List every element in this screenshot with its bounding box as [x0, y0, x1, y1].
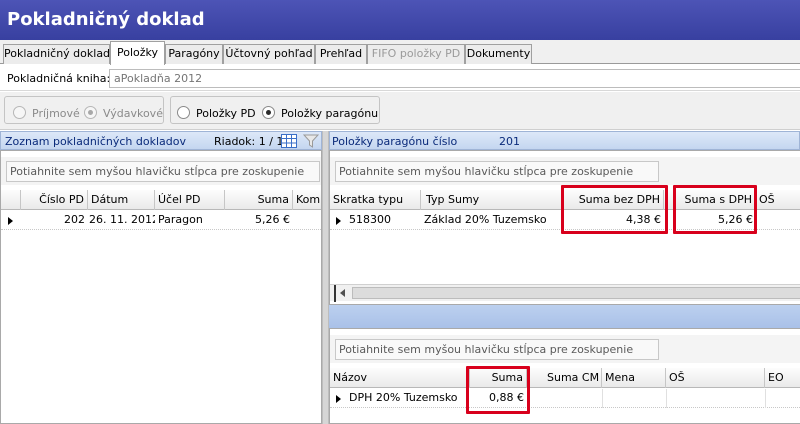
- cell-suma-cm: [527, 389, 602, 408]
- scroll-thumb[interactable]: [352, 287, 800, 299]
- left-panel-header: Zoznam pokladničných dokladov Riadok: 1 …: [0, 131, 322, 150]
- radio-vydavkove-label: Výdavkové: [103, 107, 163, 120]
- vertical-splitter[interactable]: [322, 131, 329, 424]
- kniha-input[interactable]: [109, 69, 800, 88]
- tab-prehlad[interactable]: Prehľad: [315, 44, 367, 64]
- tab-polozky[interactable]: Položky: [110, 41, 165, 65]
- paragon-number: 201: [499, 135, 520, 148]
- right-top-grouping-area[interactable]: Potiahnite sem myšou hlavičku stĺpca pre…: [330, 157, 800, 185]
- kniha-row: Pokladničná kniha:: [0, 65, 800, 91]
- right-bottom-panel: Potiahnite sem myšou hlavičku stĺpca pre…: [329, 328, 800, 424]
- right-top-panel: Potiahnite sem myšou hlavičku stĺpca pre…: [329, 150, 800, 305]
- row-indicator-icon: [8, 217, 13, 225]
- tab-dokumenty[interactable]: Dokumenty: [465, 44, 532, 64]
- direction-group: Príjmové Výdavkové: [4, 96, 164, 124]
- right-panel-title: Položky paragónu číslo: [332, 135, 458, 148]
- tab-paragony[interactable]: Paragóny: [165, 44, 223, 64]
- row-indicator-icon: [336, 395, 341, 403]
- left-grouping-hint: Potiahnite sem myšou hlavičku stĺpca pre…: [6, 161, 320, 182]
- radio-polozky-pd-label: Položky PD: [196, 107, 256, 120]
- scroll-edge-marker: [334, 285, 336, 302]
- cell-os: [666, 389, 765, 408]
- right-top-grouping-hint: Potiahnite sem myšou hlavičku stĺpca pre…: [335, 161, 659, 182]
- left-grouping-area[interactable]: Potiahnite sem myšou hlavičku stĺpca pre…: [1, 157, 321, 185]
- kniha-label: Pokladničná kniha:: [7, 72, 111, 85]
- left-column-header: Číslo PD Dátum Účel PD Suma Komu: [1, 190, 321, 210]
- rb-col-eo[interactable]: EO: [765, 368, 800, 388]
- left-col-datum[interactable]: Dátum: [88, 190, 155, 210]
- filter-icon[interactable]: [303, 133, 319, 149]
- radio-polozky-pd[interactable]: [177, 106, 190, 119]
- rt-col-os[interactable]: OŠ: [756, 190, 800, 210]
- rt-col-typ-sumy[interactable]: Typ Sumy: [421, 190, 564, 210]
- scroll-left-arrow-icon[interactable]: [340, 289, 345, 297]
- grid-columns-icon[interactable]: [281, 134, 297, 148]
- table-row[interactable]: 518300 Základ 20% Tuzemsko 4,38 € 5,26 €: [330, 211, 800, 230]
- cell-suma-bez-dph: 4,38 €: [626, 213, 661, 226]
- rt-col-suma-bez-dph[interactable]: Suma bez DPH: [564, 190, 664, 210]
- horizontal-splitter[interactable]: [329, 305, 800, 328]
- row-indicator-icon: [336, 217, 341, 225]
- rt-col-skratka[interactable]: Skratka typu: [330, 190, 421, 210]
- right-bottom-column-header: Názov Suma Suma CM Mena OŠ EO: [330, 368, 800, 388]
- right-bottom-grouping-area[interactable]: Potiahnite sem myšou hlavičku stĺpca pre…: [330, 335, 800, 363]
- tab-bar: Pokladničný doklad Položky Paragóny Účto…: [0, 40, 800, 65]
- radio-vydavkove[interactable]: [84, 106, 97, 119]
- rt-col-suma-s-dph[interactable]: Suma s DPH: [664, 190, 756, 210]
- right-bottom-grouping-hint: Potiahnite sem myšou hlavičku stĺpca pre…: [335, 339, 659, 360]
- radio-polozky-paragonu-label: Položky paragónu: [281, 107, 379, 120]
- rb-col-mena[interactable]: Mena: [602, 368, 666, 388]
- filter-row: Príjmové Výdavkové Položky PD Položky pa…: [0, 92, 800, 130]
- cell-os: [756, 211, 800, 230]
- left-col-suma[interactable]: Suma: [225, 190, 293, 210]
- right-top-column-header: Skratka typu Typ Sumy Suma bez DPH Suma …: [330, 190, 800, 210]
- cell-suma-s-dph: 5,26 €: [718, 213, 753, 226]
- table-row[interactable]: 202 26. 11. 2012 Paragon 5,26 €: [1, 211, 321, 230]
- view-group: Položky PD Položky paragónu: [170, 96, 380, 124]
- cell-suma: 0,88 €: [489, 391, 524, 404]
- cell-cislo-pd: 202: [64, 213, 85, 226]
- table-row[interactable]: DPH 20% Tuzemsko 0,88 €: [330, 389, 800, 408]
- horizontal-scrollbar[interactable]: [330, 284, 800, 302]
- left-col-cislo-pd[interactable]: Číslo PD: [21, 190, 88, 210]
- right-panel-header: Položky paragónu číslo 201: [329, 131, 800, 150]
- cell-nazov: DPH 20% Tuzemsko: [349, 391, 458, 404]
- tab-fifo-polozky[interactable]: FIFO položky PD: [367, 44, 465, 64]
- cell-suma: 5,26 €: [255, 213, 290, 226]
- radio-prijmove-label: Príjmové: [32, 107, 80, 120]
- riadok-counter: Riadok: 1 / 1: [214, 135, 284, 148]
- cell-datum: 26. 11. 2012: [89, 213, 155, 226]
- tab-pokladnicny-doklad[interactable]: Pokladničný doklad: [3, 44, 110, 64]
- cell-eo: [765, 389, 800, 408]
- rb-col-suma[interactable]: Suma: [470, 368, 527, 388]
- radio-prijmove[interactable]: [13, 106, 26, 119]
- left-col-komu[interactable]: Komu: [293, 190, 321, 210]
- rb-col-os[interactable]: OŠ: [666, 368, 765, 388]
- left-col-indicator: [1, 190, 21, 210]
- window-title: Pokladničný doklad: [0, 0, 800, 40]
- cell-mena: [602, 389, 666, 408]
- cell-ucel-pd: Paragon: [158, 213, 203, 226]
- left-col-ucel-pd[interactable]: Účel PD: [155, 190, 225, 210]
- radio-polozky-paragonu[interactable]: [262, 106, 275, 119]
- cell-komu: [293, 211, 321, 230]
- rb-col-suma-cm[interactable]: Suma CM: [527, 368, 602, 388]
- rb-col-nazov[interactable]: Názov: [330, 368, 470, 388]
- left-panel: Potiahnite sem myšou hlavičku stĺpca pre…: [0, 150, 322, 424]
- cell-skratka: 518300: [349, 213, 391, 226]
- left-panel-title: Zoznam pokladničných dokladov: [5, 135, 187, 148]
- cell-typ-sumy: Základ 20% Tuzemsko: [424, 213, 547, 226]
- tab-uctovny-pohlad[interactable]: Účtovný pohľad: [223, 44, 315, 64]
